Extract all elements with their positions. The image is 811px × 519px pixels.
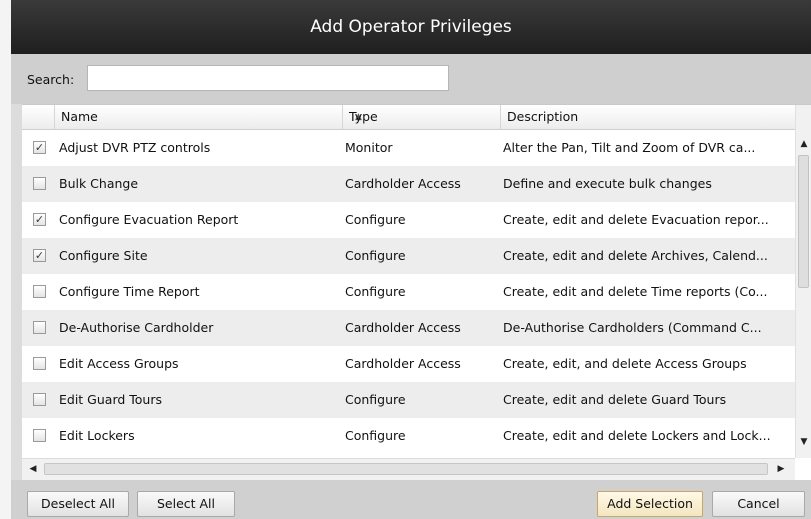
background-text-fragment (1, 238, 9, 250)
column-header-type-label: Type (349, 109, 378, 124)
privilege-name: Configure Time Report (59, 284, 200, 299)
checkbox-unchecked[interactable] (33, 285, 46, 298)
select-all-button[interactable]: Select All (137, 491, 235, 517)
table-row[interactable]: Edit Guard Tours Configure Create, edit an… (22, 382, 795, 418)
privilege-name: Configure Site (59, 248, 148, 263)
vertical-scroll-thumb[interactable] (798, 155, 809, 288)
privilege-type: Configure (345, 212, 406, 227)
dialog-footer: Deselect All Select All Add Selection Ca… (11, 480, 811, 519)
search-bar: Search: (11, 54, 811, 104)
checkbox-unchecked[interactable] (33, 429, 46, 442)
column-header-description[interactable]: Description (501, 105, 795, 129)
checkbox-checked[interactable]: ✓ (33, 141, 46, 154)
table-header: Name ▲ Type Description (22, 105, 795, 130)
privilege-name: De-Authorise Cardholder (59, 320, 214, 335)
table-row[interactable]: Edit Access Groups Cardholder Access Creat… (22, 346, 795, 382)
checkbox-checked[interactable]: ✓ (33, 249, 46, 262)
table-row[interactable]: De-Authorise Cardholder Cardholder Access… (22, 310, 795, 346)
checkbox-unchecked[interactable] (33, 357, 46, 370)
scroll-up-icon[interactable]: ▲ (796, 138, 811, 150)
dialog-title: Add Operator Privileges (11, 0, 811, 54)
add-operator-privileges-dialog: Add Operator Privileges Search: Name ▲ T… (11, 0, 811, 519)
cancel-button[interactable]: Cancel (712, 491, 805, 517)
privilege-description: Create, edit and delete Time reports (Co… (503, 284, 768, 299)
scroll-left-icon[interactable]: ◀ (26, 462, 40, 476)
checkbox-unchecked[interactable] (33, 321, 46, 334)
scroll-down-icon[interactable]: ▼ (796, 436, 811, 448)
privilege-description: Define and execute bulk changes (503, 176, 712, 191)
checkbox-unchecked[interactable] (33, 177, 46, 190)
checkbox-column-header (22, 105, 55, 129)
privilege-type: Cardholder Access (345, 176, 461, 191)
background-text-fragment (1, 372, 9, 384)
horizontal-scroll-thumb[interactable] (44, 463, 768, 475)
privilege-description: Create, edit and delete Evacuation repor… (503, 212, 769, 227)
table-row[interactable]: Edit Lockers Configure Create, edit and de… (22, 418, 795, 454)
column-header-description-label: Description (507, 109, 579, 124)
privileges-table: Name ▲ Type Description ✓ Adjust DVR PTZ … (22, 104, 811, 481)
column-header-type[interactable]: Type (343, 105, 501, 129)
checkbox-unchecked[interactable] (33, 393, 46, 406)
column-header-name-label: Name (61, 109, 98, 124)
vertical-scrollbar[interactable]: ▲ ▼ (795, 105, 811, 458)
table-row[interactable]: Configure Time Report Configure Create, ed… (22, 274, 795, 310)
privilege-name: Configure Evacuation Report (59, 212, 239, 227)
privilege-type: Monitor (345, 140, 393, 155)
table-row[interactable]: ✓ Configure Site Configure Create, edit and… (22, 238, 795, 274)
privilege-name: Adjust DVR PTZ controls (59, 140, 211, 155)
privilege-type: Cardholder Access (345, 356, 461, 371)
deselect-all-button[interactable]: Deselect All (27, 491, 129, 517)
horizontal-scrollbar[interactable]: ◀ ▶ (22, 458, 795, 481)
table-row[interactable]: ✓ Configure Evacuation Report Configure Cre… (22, 202, 795, 238)
privilege-name: Edit Lockers (59, 428, 135, 443)
search-label: Search: (27, 72, 75, 87)
add-selection-button[interactable]: Add Selection (597, 491, 703, 517)
privilege-description: Create, edit and delete Lockers and Lock… (503, 428, 771, 443)
privilege-type: Cardholder Access (345, 320, 461, 335)
privilege-name: Bulk Change (59, 176, 139, 191)
table-row[interactable]: Bulk Change Cardholder Access Define and e… (22, 166, 795, 202)
background-text-fragment (1, 96, 9, 108)
scroll-right-icon[interactable]: ▶ (774, 462, 788, 476)
privilege-type: Configure (345, 428, 406, 443)
privilege-description: Create, edit, and delete Access Groups (503, 356, 747, 371)
privilege-description: Create, edit and delete Archives, Calend… (503, 248, 768, 263)
privilege-description: De-Authorise Cardholders (Command C... (503, 320, 762, 335)
privilege-description: Alter the Pan, Tilt and Zoom of DVR ca..… (503, 140, 756, 155)
privilege-name: Edit Access Groups (59, 356, 179, 371)
checkbox-checked[interactable]: ✓ (33, 213, 46, 226)
privilege-name: Edit Guard Tours (59, 392, 163, 407)
table-body: ✓ Adjust DVR PTZ controls Monitor Alter the… (22, 130, 795, 454)
privilege-type: Configure (345, 284, 406, 299)
search-input[interactable] (87, 65, 449, 91)
column-header-name[interactable]: Name ▲ (55, 105, 362, 129)
privilege-type: Configure (345, 392, 406, 407)
privilege-description: Create, edit and delete Guard Tours (503, 392, 727, 407)
privilege-type: Configure (345, 248, 406, 263)
table-row[interactable]: ✓ Adjust DVR PTZ controls Monitor Alter the… (22, 130, 795, 166)
